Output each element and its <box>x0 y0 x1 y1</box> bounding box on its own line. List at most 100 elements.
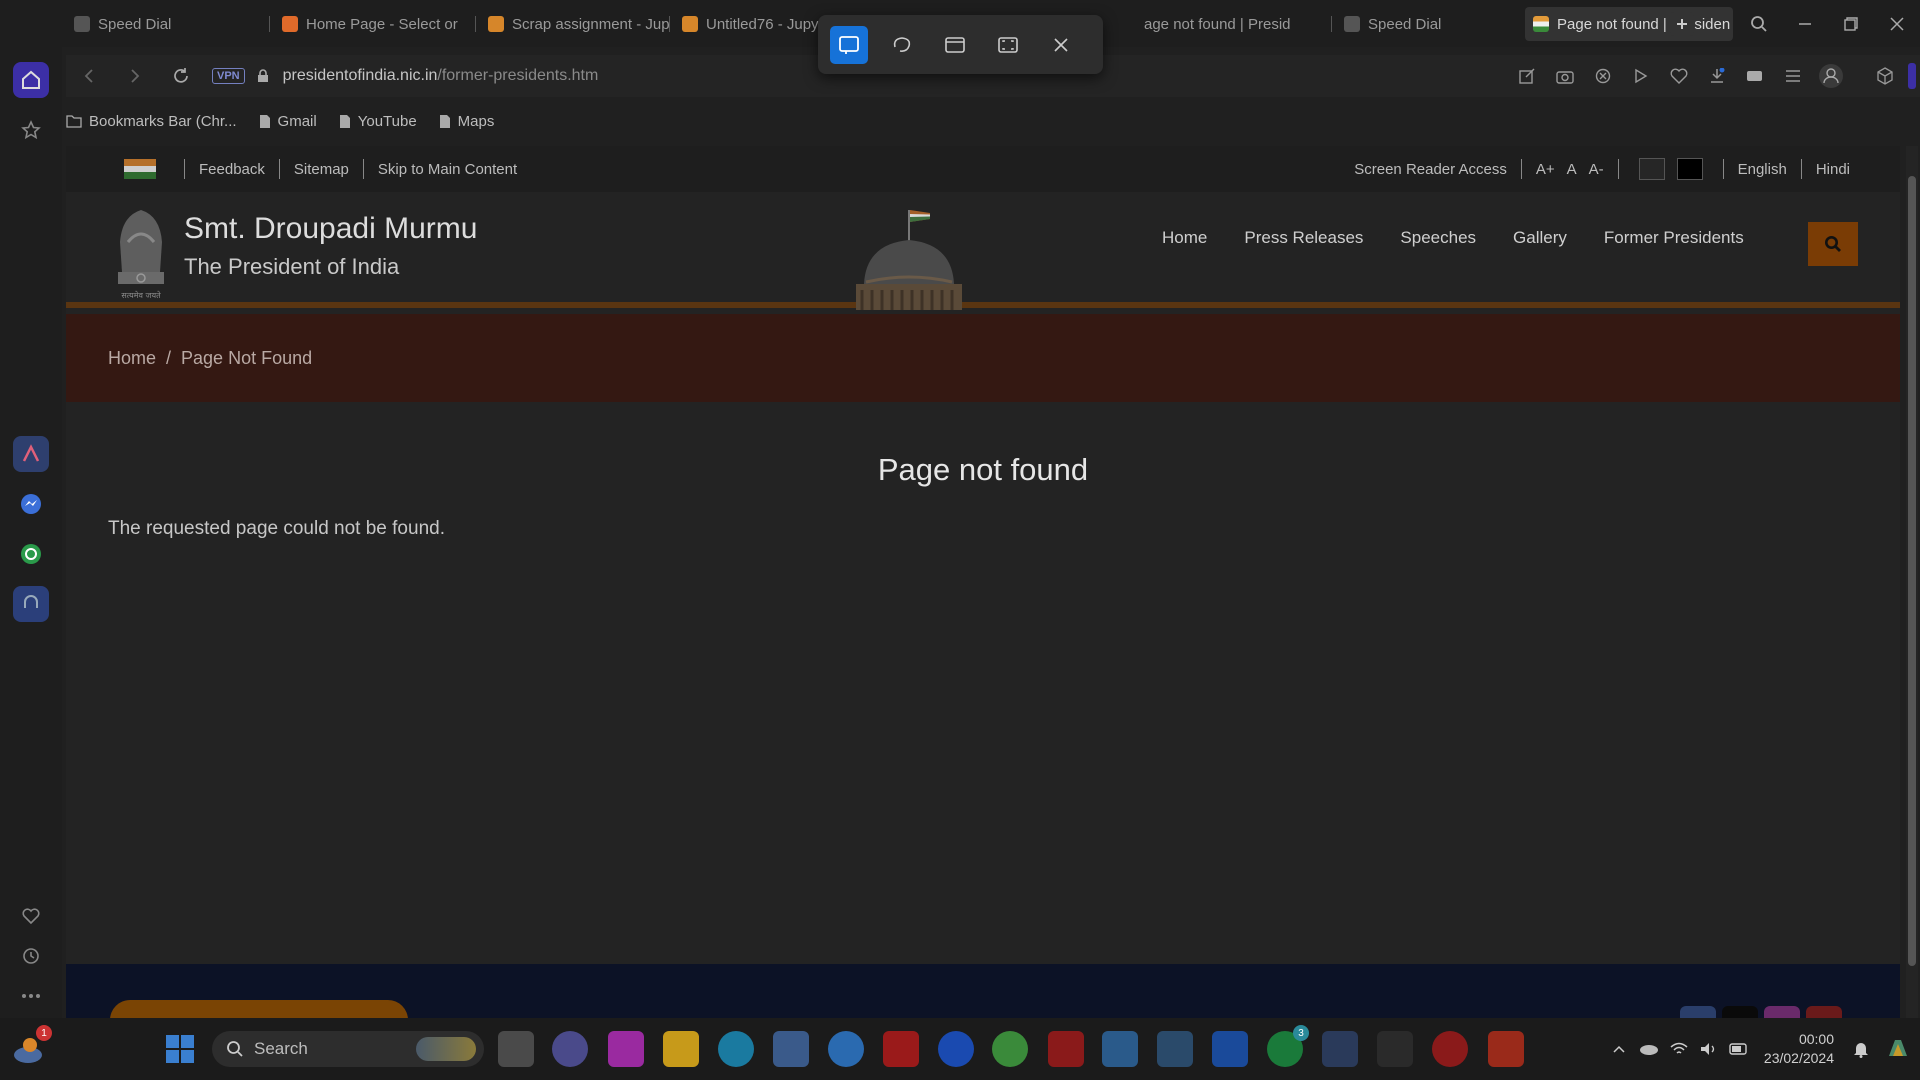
english-link[interactable]: English <box>1738 161 1787 178</box>
whatsapp-taskbar-icon[interactable]: 3 <box>1267 1025 1309 1067</box>
forward-icon[interactable] <box>112 55 158 97</box>
nav-gallery[interactable]: Gallery <box>1513 228 1567 248</box>
tab-speed-dial[interactable]: Speed Dial <box>66 7 270 41</box>
battery-saver-icon[interactable] <box>1736 55 1774 97</box>
mcafee-icon[interactable] <box>883 1031 919 1067</box>
bookmark-youtube[interactable]: YouTube <box>339 113 417 130</box>
reload-icon[interactable] <box>158 55 204 97</box>
star-icon[interactable] <box>13 112 49 148</box>
home-icon[interactable] <box>13 62 49 98</box>
teams-icon[interactable] <box>552 1031 588 1067</box>
skip-to-main-link[interactable]: Skip to Main Content <box>378 161 517 178</box>
freeform-snip-icon[interactable] <box>883 26 921 64</box>
dashlane-icon[interactable] <box>608 1031 644 1067</box>
sidebar-toggle[interactable] <box>1908 63 1916 89</box>
url-field[interactable]: presidentofindia.nic.in/former-president… <box>283 67 599 85</box>
instagram-icon[interactable] <box>1764 1006 1800 1018</box>
close-snip-icon[interactable] <box>1042 26 1080 64</box>
rectangle-snip-icon[interactable] <box>830 25 868 64</box>
state-emblem-logo[interactable]: सत्यमेव जयते <box>108 202 174 302</box>
nav-press-releases[interactable]: Press Releases <box>1244 228 1363 248</box>
facebook-icon[interactable] <box>1680 1006 1716 1018</box>
light-contrast-button[interactable] <box>1638 158 1665 180</box>
tab-page-not-found-active[interactable]: Page not found | Presiden <box>1525 7 1733 41</box>
font-increase-button[interactable]: A+ <box>1536 161 1555 178</box>
battery-icon[interactable] <box>1724 1018 1754 1080</box>
edit-icon[interactable] <box>1508 55 1546 97</box>
opera-taskbar-icon[interactable] <box>1432 1031 1468 1067</box>
font-reset-button[interactable]: A <box>1567 161 1577 178</box>
search-tabs-icon[interactable] <box>1736 0 1782 47</box>
wps-office-icon[interactable] <box>1488 1031 1524 1067</box>
copilot-icon[interactable] <box>1876 1018 1920 1080</box>
extensions-icon[interactable] <box>1866 55 1904 97</box>
task-view-icon[interactable] <box>498 1031 534 1067</box>
messenger-icon[interactable] <box>13 486 49 522</box>
site-search-button[interactable] <box>1808 222 1858 266</box>
history-icon[interactable] <box>13 938 49 974</box>
onedrive-icon[interactable] <box>1634 1018 1664 1080</box>
minimize-icon[interactable] <box>1782 0 1828 47</box>
vpn-badge[interactable]: VPN <box>212 68 245 84</box>
close-window-icon[interactable] <box>1874 0 1920 47</box>
edge-icon[interactable] <box>718 1031 754 1067</box>
whatsapp-icon[interactable] <box>13 536 49 572</box>
play-icon[interactable] <box>1622 55 1660 97</box>
weather-widget-icon[interactable]: 1 <box>10 1025 52 1067</box>
site-title[interactable]: Smt. Droupadi Murmu <box>184 212 477 246</box>
taskbar-search-box[interactable]: Search <box>212 1031 484 1067</box>
zoom-icon[interactable] <box>938 1031 974 1067</box>
easy-setup-icon[interactable] <box>1774 55 1812 97</box>
fullscreen-snip-icon[interactable] <box>989 26 1027 64</box>
scrollbar-thumb[interactable] <box>1908 176 1916 966</box>
nav-former-presidents[interactable]: Former Presidents <box>1604 228 1744 248</box>
volume-icon[interactable] <box>1694 1018 1724 1080</box>
font-decrease-button[interactable]: A- <box>1589 161 1604 178</box>
tab-speed-dial-2[interactable]: Speed Dial <box>1336 7 1521 41</box>
chevron-up-icon[interactable] <box>1604 1018 1634 1080</box>
notification-bell-icon[interactable] <box>1846 1018 1876 1080</box>
calculator-icon[interactable] <box>1157 1031 1193 1067</box>
myhp-icon[interactable] <box>1102 1031 1138 1067</box>
new-tab-icon[interactable] <box>1670 12 1694 36</box>
lock-icon[interactable] <box>257 69 269 83</box>
download-icon[interactable] <box>1698 55 1736 97</box>
terminal-icon[interactable] <box>1377 1031 1413 1067</box>
word-icon[interactable] <box>1212 1031 1248 1067</box>
dark-contrast-button[interactable] <box>1676 158 1703 180</box>
sitemap-link[interactable]: Sitemap <box>294 161 349 178</box>
more-icon[interactable] <box>13 978 49 1014</box>
nav-speeches[interactable]: Speeches <box>1400 228 1476 248</box>
subscribe-button[interactable] <box>110 1000 408 1018</box>
page-scrollbar[interactable] <box>1906 146 1918 1018</box>
chrome-icon[interactable] <box>992 1031 1028 1067</box>
bookmark-folder[interactable]: Bookmarks Bar (Chr... <box>66 113 237 130</box>
clock[interactable]: 00:00 23/02/2024 <box>1764 1030 1834 1068</box>
restore-icon[interactable] <box>1828 0 1874 47</box>
favorite-icon[interactable] <box>1660 55 1698 97</box>
music-player-icon[interactable] <box>13 586 49 622</box>
hindi-link[interactable]: Hindi <box>1816 161 1850 178</box>
tab-home-page[interactable]: Home Page - Select or <box>274 7 476 41</box>
start-button[interactable] <box>162 1031 198 1067</box>
aria-icon[interactable] <box>13 436 49 472</box>
window-snip-icon[interactable] <box>936 26 974 64</box>
breadcrumb-home[interactable]: Home <box>108 348 156 369</box>
bookmark-gmail[interactable]: Gmail <box>259 113 317 130</box>
twitter-icon[interactable] <box>1722 1006 1758 1018</box>
snipping-tool-icon[interactable] <box>1322 1031 1358 1067</box>
camera-icon[interactable] <box>1546 55 1584 97</box>
file-explorer-icon[interactable] <box>663 1031 699 1067</box>
youtube-icon[interactable] <box>1806 1006 1842 1018</box>
profile-icon[interactable] <box>1812 55 1850 97</box>
bookmark-maps[interactable]: Maps <box>439 113 494 130</box>
microsoft-store-icon[interactable] <box>773 1031 809 1067</box>
heart-icon[interactable] <box>13 898 49 934</box>
feedback-link[interactable]: Feedback <box>199 161 265 178</box>
adblock-icon[interactable] <box>1584 55 1622 97</box>
wifi-icon[interactable] <box>1664 1018 1694 1080</box>
help-icon[interactable] <box>828 1031 864 1067</box>
screen-reader-link[interactable]: Screen Reader Access <box>1354 161 1507 178</box>
pdf-icon[interactable] <box>1048 1031 1084 1067</box>
tab-scrap-assignment[interactable]: Scrap assignment - Jup <box>480 7 670 41</box>
